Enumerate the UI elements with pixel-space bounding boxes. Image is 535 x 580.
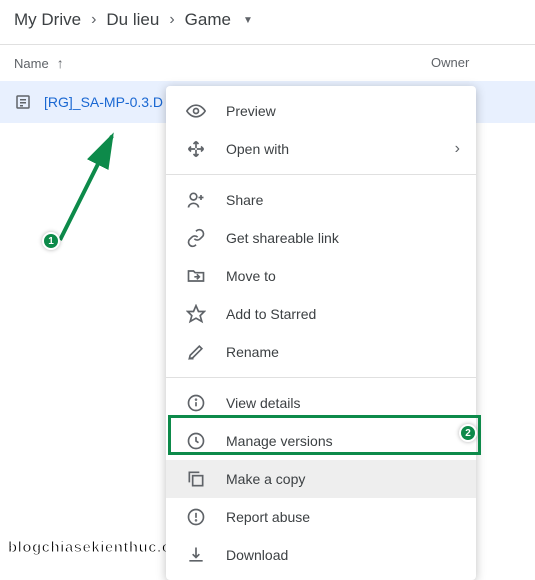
context-menu: Preview Open with › Share Get shareable … — [166, 86, 476, 580]
menu-move-to[interactable]: Move to — [166, 257, 476, 295]
eye-icon — [186, 101, 206, 121]
menu-label: Preview — [226, 103, 276, 119]
folder-move-icon — [186, 266, 206, 286]
menu-add-starred[interactable]: Add to Starred — [166, 295, 476, 333]
crumb-game[interactable]: Game — [185, 10, 231, 30]
menu-share[interactable]: Share — [166, 181, 476, 219]
chevron-right-icon: › — [455, 140, 460, 158]
menu-get-link[interactable]: Get shareable link — [166, 219, 476, 257]
history-icon — [186, 431, 206, 451]
pencil-icon — [186, 342, 206, 362]
chevron-right-icon: › — [91, 11, 96, 29]
menu-label: Report abuse — [226, 509, 310, 525]
caret-down-icon[interactable]: ▼ — [243, 15, 253, 26]
menu-label: Manage versions — [226, 433, 333, 449]
column-name-label[interactable]: Name — [14, 56, 49, 71]
move-icon — [186, 139, 206, 159]
menu-separator — [166, 174, 476, 175]
file-type-icon — [14, 93, 32, 111]
menu-label: Open with — [226, 141, 289, 157]
annotation-badge-1: 1 — [42, 232, 60, 250]
menu-preview[interactable]: Preview — [166, 92, 476, 130]
menu-label: View details — [226, 395, 300, 411]
crumb-mydrive[interactable]: My Drive — [14, 10, 81, 30]
menu-report-abuse[interactable]: Report abuse — [166, 498, 476, 536]
menu-rename[interactable]: Rename — [166, 333, 476, 371]
menu-label: Make a copy — [226, 471, 305, 487]
menu-separator — [166, 377, 476, 378]
menu-download[interactable]: Download — [166, 536, 476, 574]
annotation-badge-2: 2 — [459, 424, 477, 442]
breadcrumb: My Drive › Du lieu › Game ▼ — [0, 0, 535, 40]
star-icon — [186, 304, 206, 324]
menu-manage-versions[interactable]: Manage versions — [166, 422, 476, 460]
menu-label: Rename — [226, 344, 279, 360]
menu-label: Download — [226, 547, 288, 563]
warning-icon — [186, 507, 206, 527]
menu-label: Share — [226, 192, 263, 208]
menu-make-copy[interactable]: Make a copy — [166, 460, 476, 498]
chevron-right-icon: › — [169, 11, 174, 29]
sort-arrow-up-icon[interactable]: ↑ — [57, 55, 64, 71]
column-owner-label[interactable]: Owner — [431, 55, 521, 71]
info-icon — [186, 393, 206, 413]
link-icon — [186, 228, 206, 248]
person-add-icon — [186, 190, 206, 210]
menu-label: Move to — [226, 268, 276, 284]
menu-open-with[interactable]: Open with › — [166, 130, 476, 168]
file-name: [RG]_SA-MP-0.3.D — [44, 94, 163, 110]
crumb-dulieu[interactable]: Du lieu — [106, 10, 159, 30]
menu-label: Get shareable link — [226, 230, 339, 246]
annotation-arrow — [52, 128, 132, 248]
menu-view-details[interactable]: View details — [166, 384, 476, 422]
column-headers: Name ↑ Owner — [0, 45, 535, 81]
copy-icon — [186, 469, 206, 489]
download-icon — [186, 545, 206, 565]
menu-label: Add to Starred — [226, 306, 316, 322]
